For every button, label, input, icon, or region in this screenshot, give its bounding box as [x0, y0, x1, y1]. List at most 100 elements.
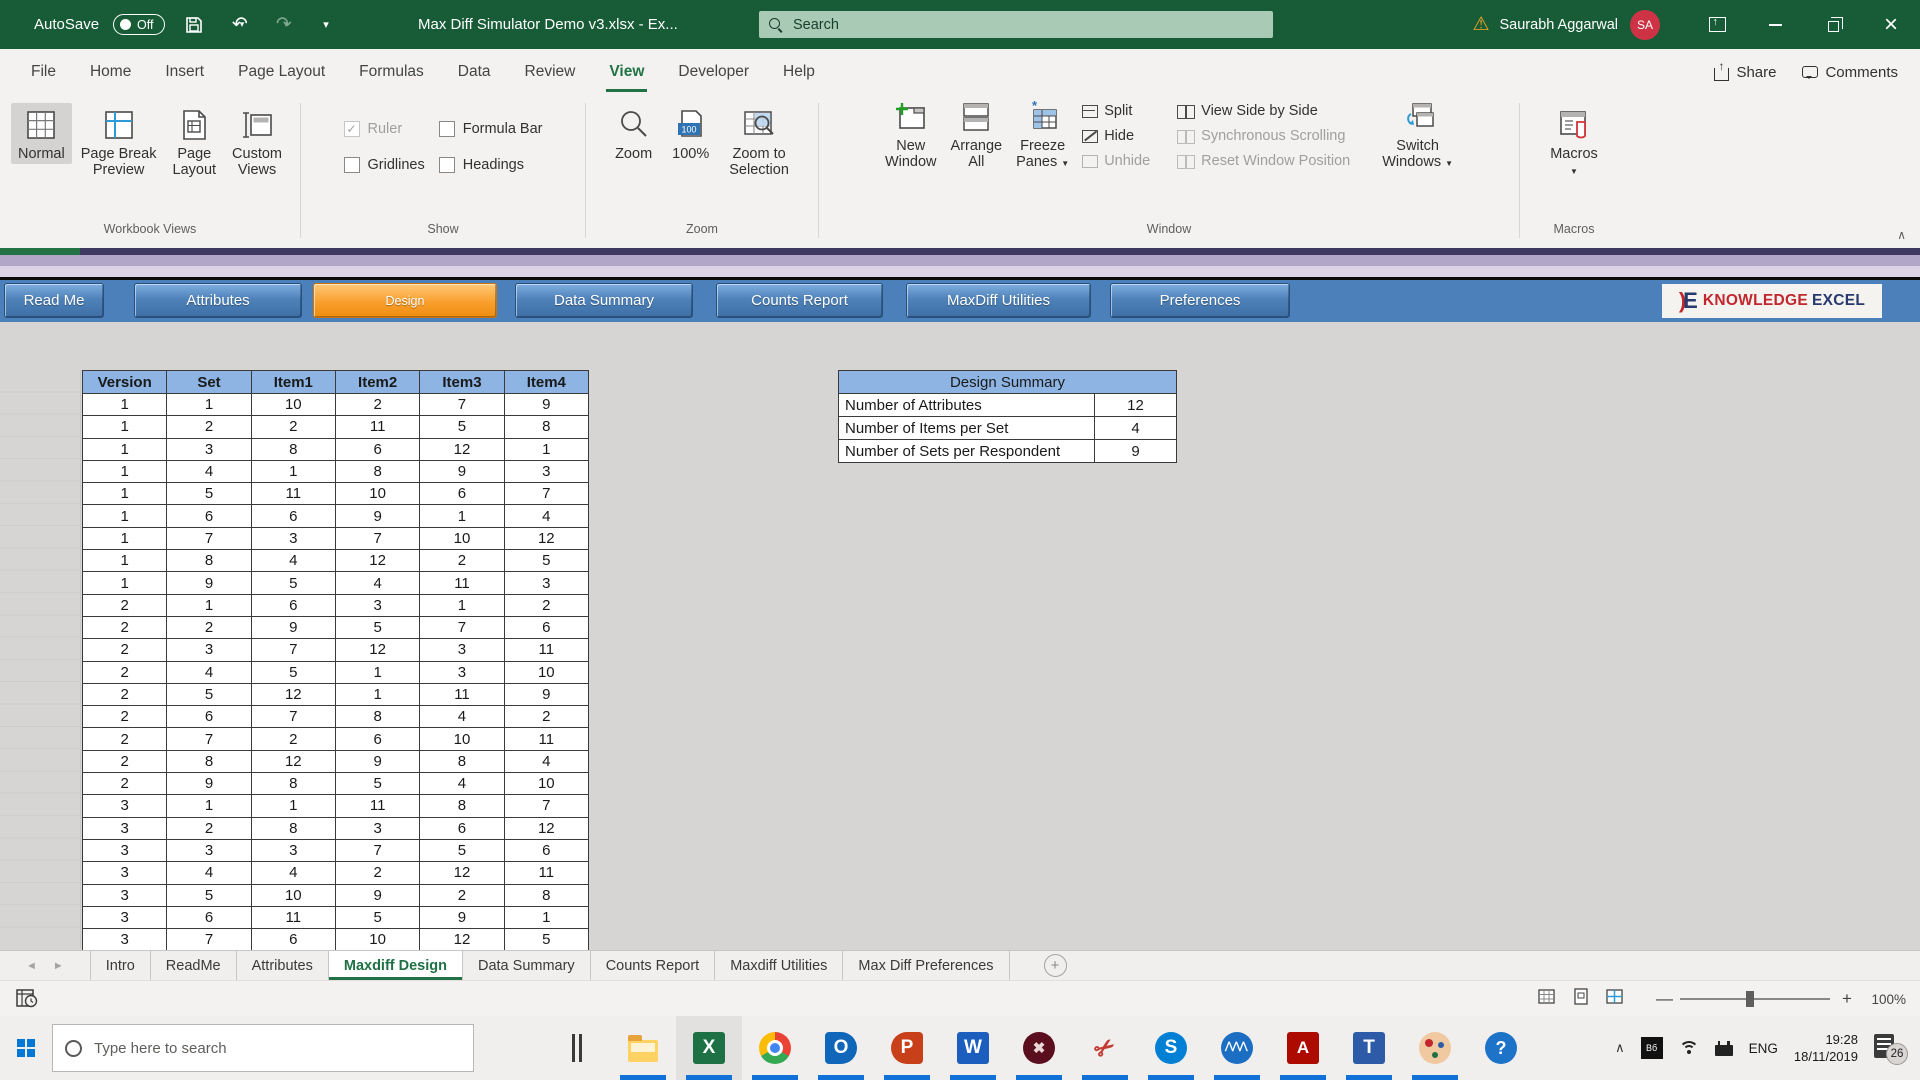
new-window-button[interactable]: New Window: [878, 95, 944, 174]
minimize-button[interactable]: [1746, 0, 1804, 49]
chrome-taskbar-icon[interactable]: [742, 1016, 808, 1080]
formula-bar-checkbox[interactable]: ✓Formula Bar: [439, 121, 543, 137]
macros-button[interactable]: Macros▼: [1543, 103, 1605, 182]
sheet-tab-readme[interactable]: ReadMe: [151, 951, 237, 980]
nav-button-counts-report[interactable]: Counts Report: [716, 283, 883, 318]
page-break-toggle-icon[interactable]: [1606, 988, 1624, 1011]
gridlines-checkbox[interactable]: ✓Gridlines: [344, 157, 425, 173]
sheet-tab-attributes[interactable]: Attributes: [237, 951, 329, 980]
table-row[interactable]: 27261011: [83, 728, 589, 750]
file-explorer-taskbar-icon[interactable]: [610, 1016, 676, 1080]
table-row[interactable]: 2985410: [83, 773, 589, 795]
skype-taskbar-icon[interactable]: S: [1138, 1016, 1204, 1080]
tab-view[interactable]: View: [592, 49, 661, 95]
taskbar-search-box[interactable]: Type here to search: [52, 1024, 474, 1072]
table-row[interactable]: 2812984: [83, 750, 589, 772]
table-row[interactable]: 166914: [83, 505, 589, 527]
table-row[interactable]: 267842: [83, 706, 589, 728]
word-taskbar-icon[interactable]: W: [940, 1016, 1006, 1080]
table-row[interactable]: 25121119: [83, 683, 589, 705]
save-button[interactable]: [179, 10, 209, 40]
table-row[interactable]: 3111187: [83, 795, 589, 817]
zoom-slider[interactable]: [1680, 998, 1830, 1000]
reset-window-position-button[interactable]: Reset Window Position: [1177, 153, 1350, 169]
search-box[interactable]: Search: [759, 11, 1273, 38]
notification-center-button[interactable]: 26: [1874, 1034, 1904, 1062]
acrobat-taskbar-icon[interactable]: A: [1270, 1016, 1336, 1080]
tab-developer[interactable]: Developer: [661, 49, 766, 95]
table-row[interactable]: 34421211: [83, 862, 589, 884]
table-row[interactable]: 229576: [83, 616, 589, 638]
switch-windows-button[interactable]: Switch Windows ▼: [1375, 95, 1460, 174]
table-row[interactable]: 333756: [83, 839, 589, 861]
app-waves-taskbar-icon[interactable]: [1204, 1016, 1270, 1080]
table-row[interactable]: 216312: [83, 594, 589, 616]
table-row[interactable]: 3611591: [83, 906, 589, 928]
page-break-preview-button[interactable]: Page Break Preview: [74, 103, 164, 180]
table-row[interactable]: 2451310: [83, 661, 589, 683]
nav-button-data-summary[interactable]: Data Summary: [515, 283, 693, 318]
sheet-tab-data-summary[interactable]: Data Summary: [463, 951, 591, 980]
sheet-nav-right-icon[interactable]: ►: [53, 960, 64, 972]
sheet-tab-max-diff-preferences[interactable]: Max Diff Preferences: [843, 951, 1009, 980]
page-layout-toggle-icon[interactable]: [1572, 988, 1590, 1011]
language-indicator[interactable]: ENG: [1749, 1041, 1778, 1056]
redo-button[interactable]: ↷▾: [267, 10, 297, 40]
help-taskbar-icon[interactable]: ?: [1468, 1016, 1534, 1080]
table-row[interactable]: 3283612: [83, 817, 589, 839]
table-row[interactable]: 1110279: [83, 394, 589, 416]
table-row[interactable]: 37610125: [83, 929, 589, 951]
tab-home[interactable]: Home: [73, 49, 148, 95]
custom-views-button[interactable]: Custom Views: [225, 103, 289, 180]
worksheet-area[interactable]: VersionSetItem1Item2Item3Item41110279122…: [0, 322, 1920, 950]
avatar[interactable]: SA: [1630, 10, 1660, 40]
unhide-button[interactable]: Unhide: [1082, 153, 1150, 169]
nav-button-preferences[interactable]: Preferences: [1110, 283, 1290, 318]
game-taskbar-icon[interactable]: ✖: [1006, 1016, 1072, 1080]
customize-quick-access-button[interactable]: ▾: [311, 10, 341, 40]
paint-taskbar-icon[interactable]: [1402, 1016, 1468, 1080]
tray-app-icon[interactable]: Bб: [1641, 1037, 1663, 1059]
table-row[interactable]: 1386121: [83, 438, 589, 460]
tray-overflow-button[interactable]: ∧: [1615, 1040, 1625, 1056]
outlook-taskbar-icon[interactable]: O: [808, 1016, 874, 1080]
sheet-tab-intro[interactable]: Intro: [91, 951, 151, 980]
normal-view-toggle-icon[interactable]: [1538, 988, 1556, 1011]
wifi-icon[interactable]: [1679, 1041, 1699, 1056]
task-view-button[interactable]: [572, 1034, 582, 1062]
zoom-button[interactable]: Zoom: [608, 103, 659, 164]
table-row[interactable]: 15111067: [83, 483, 589, 505]
sheet-tab-maxdiff-design[interactable]: Maxdiff Design: [329, 951, 463, 980]
table-row[interactable]: 1221158: [83, 416, 589, 438]
tab-page-layout[interactable]: Page Layout: [221, 49, 342, 95]
table-row[interactable]: 17371012: [83, 527, 589, 549]
page-layout-view-button[interactable]: Page Layout: [166, 103, 224, 180]
split-button[interactable]: Split: [1082, 103, 1150, 119]
power-icon[interactable]: [1715, 1045, 1733, 1056]
macro-record-icon[interactable]: [16, 988, 38, 1013]
powerpoint-taskbar-icon[interactable]: P: [874, 1016, 940, 1080]
ruler-checkbox[interactable]: ✓Ruler: [344, 121, 425, 137]
undo-button[interactable]: ↶▾: [223, 10, 253, 40]
ribbon-display-options-button[interactable]: [1688, 0, 1746, 49]
synchronous-scrolling-button[interactable]: Synchronous Scrolling: [1177, 128, 1350, 144]
excel-taskbar-icon[interactable]: X: [676, 1016, 742, 1080]
table-row[interactable]: 23712311: [83, 639, 589, 661]
zoom-in-button[interactable]: +: [1840, 989, 1854, 1009]
tab-insert[interactable]: Insert: [148, 49, 221, 95]
share-button[interactable]: Share: [1714, 64, 1776, 81]
table-row[interactable]: 1841225: [83, 550, 589, 572]
sheet-nav-left-icon[interactable]: ◄: [26, 960, 37, 972]
tab-help[interactable]: Help: [766, 49, 832, 95]
start-button[interactable]: [0, 1016, 52, 1080]
tab-file[interactable]: File: [14, 49, 73, 95]
autosave-toggle[interactable]: Off: [113, 14, 165, 35]
nav-button-attributes[interactable]: Attributes: [134, 283, 302, 318]
zoom-out-button[interactable]: —: [1656, 989, 1670, 1009]
tab-formulas[interactable]: Formulas: [342, 49, 441, 95]
table-row[interactable]: 1954113: [83, 572, 589, 594]
nav-button-read-me[interactable]: Read Me: [4, 283, 104, 318]
restore-button[interactable]: [1804, 0, 1862, 49]
comments-button[interactable]: Comments: [1802, 64, 1898, 81]
zoom-level[interactable]: 100%: [1864, 992, 1906, 1007]
